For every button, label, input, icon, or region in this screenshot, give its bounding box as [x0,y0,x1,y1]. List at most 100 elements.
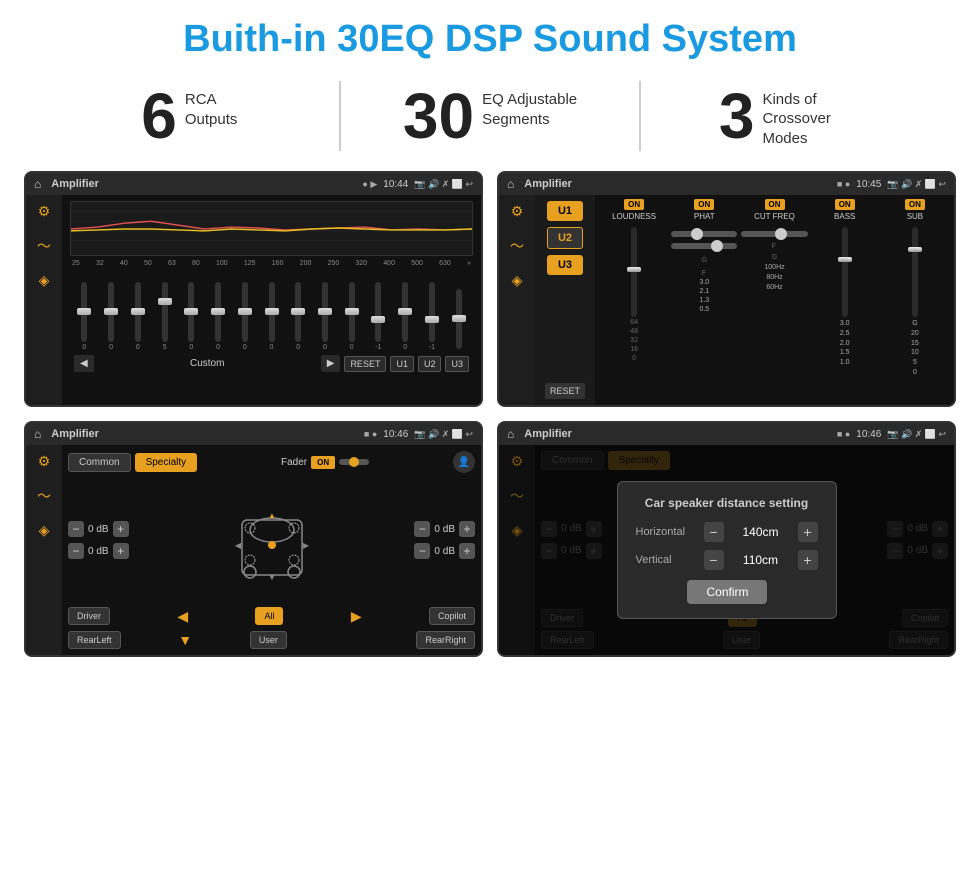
tab-specialty[interactable]: Specialty [135,453,198,472]
eq-slider-1[interactable]: 0 [72,282,97,351]
app-title-1: Amplifier [51,178,356,190]
horizontal-plus[interactable]: + [798,522,818,542]
vertical-ctrl: − 110cm + [704,550,818,570]
horizontal-value: 140cm [728,525,794,539]
phat-on-badge[interactable]: ON [694,199,714,210]
copilot-btn[interactable]: Copilot [429,607,475,625]
rearright-btn[interactable]: RearRight [416,631,475,649]
eq-slider-8[interactable]: 0 [259,282,284,351]
eq-slider-7[interactable]: 0 [232,282,257,351]
eq-slider-11[interactable]: 0 [339,282,364,351]
db-plus-left-bottom[interactable]: + [113,543,129,559]
settings-icon[interactable]: 👤 [453,451,475,473]
db-minus-right-bottom[interactable]: − [414,543,430,559]
status-icons-1: 📷 🔊 ✗ ⬜ ↩ [414,179,473,190]
eq-graph [70,201,473,256]
eq-slider-2[interactable]: 0 [99,282,124,351]
db-control-right-bottom: − 0 dB + [414,543,475,559]
eq-slider-13[interactable]: 0 [393,282,418,351]
eq-slider-12[interactable]: -1 [366,282,391,351]
user-btn[interactable]: User [250,631,287,649]
freq-100: 100 [216,260,228,267]
eq-slider-14[interactable]: -1 [420,282,445,351]
bass-on-badge[interactable]: ON [835,199,855,210]
driver-btn[interactable]: Driver [68,607,110,625]
all-btn[interactable]: All [255,607,283,625]
tab-common[interactable]: Common [68,453,131,472]
rearleft-btn[interactable]: RearLeft [68,631,121,649]
cutfreq-label: CUT FREQ [754,212,795,221]
freq-40: 40 [120,260,128,267]
db-minus-right-top[interactable]: − [414,521,430,537]
distance-dialog: Car speaker distance setting Horizontal … [617,481,837,619]
freq-25: 25 [72,260,80,267]
db-plus-left-top[interactable]: + [113,521,129,537]
arrow-down-btn[interactable]: ▼ [178,632,192,648]
stat-label-crossover: Kinds ofCrossover Modes [762,84,862,149]
eq-slider-9[interactable]: 0 [286,282,311,351]
eq-u2-btn[interactable]: U2 [418,356,442,372]
db-control-right-top: − 0 dB + [414,521,475,537]
status-bar-3: ⌂ Amplifier ■ ● 10:46 📷 🔊 ✗ ⬜ ↩ [26,423,481,445]
fader-sidebar-icon-2[interactable]: 〜 [37,486,51,506]
freq-more[interactable]: » [467,260,471,267]
vertical-plus[interactable]: + [798,550,818,570]
eq-sidebar-icon-2[interactable]: 〜 [37,236,51,256]
eq-u3-btn[interactable]: U3 [445,356,469,372]
loudness-on-badge[interactable]: ON [624,199,644,210]
eq-slider-5[interactable]: 0 [179,282,204,351]
home-icon-2[interactable]: ⌂ [507,177,514,191]
stat-number-30: 30 [403,84,474,148]
eq-slider-3[interactable]: 0 [125,282,150,351]
eq-u1-btn[interactable]: U1 [390,356,414,372]
fader-label: Fader [281,457,307,468]
eq-reset-btn[interactable]: RESET [344,356,386,372]
fader-sidebar-icon-3[interactable]: ◈ [39,522,50,539]
freq-32: 32 [96,260,104,267]
svg-text:▼: ▼ [268,573,276,582]
vertical-value: 110cm [728,553,794,567]
cutfreq-on-badge[interactable]: ON [765,199,785,210]
fader-sidebar-icon-1[interactable]: ⚙ [38,453,51,470]
amp2-u1-btn[interactable]: U1 [547,201,583,221]
eq-slider-10[interactable]: 0 [313,282,338,351]
fader-on-btn[interactable]: ON [311,456,335,469]
amp2-u3-btn[interactable]: U3 [547,255,583,275]
amp2-sidebar-icon-1[interactable]: ⚙ [511,203,524,220]
eq-next-btn[interactable]: ▶ [321,355,341,372]
stat-rca: 6 RCAOutputs [60,84,319,148]
db-minus-left-bottom[interactable]: − [68,543,84,559]
home-icon[interactable]: ⌂ [34,177,41,191]
vertical-minus[interactable]: − [704,550,724,570]
arrow-left-btn[interactable]: ◀ [177,608,188,625]
horizontal-minus[interactable]: − [704,522,724,542]
amp2-sidebar-icon-2[interactable]: 〜 [510,236,524,256]
eq-slider-4[interactable]: 5 [152,282,177,351]
freq-160: 160 [272,260,284,267]
bass-label: BASS [834,212,855,221]
horizontal-ctrl: − 140cm + [704,522,818,542]
db-control-left-top: − 0 dB + [68,521,129,537]
db-minus-left-top[interactable]: − [68,521,84,537]
confirm-button[interactable]: Confirm [687,580,767,604]
home-icon-4[interactable]: ⌂ [507,427,514,441]
eq-prev-btn[interactable]: ◀ [74,355,94,372]
sub-on-badge[interactable]: ON [905,199,925,210]
amp2-sidebar-icon-3[interactable]: ◈ [512,272,523,289]
db-plus-right-top[interactable]: + [459,521,475,537]
db-value-left-top: 0 dB [88,524,109,535]
home-icon-3[interactable]: ⌂ [34,427,41,441]
amp2-reset-btn[interactable]: RESET [545,383,585,399]
db-plus-right-bottom[interactable]: + [459,543,475,559]
freq-125: 125 [244,260,256,267]
eq-sidebar-icon-3[interactable]: ◈ [39,272,50,289]
horizontal-label: Horizontal [636,526,696,538]
svg-text:▶: ▶ [302,541,309,550]
time-2: 10:45 [856,179,881,190]
arrow-right-btn[interactable]: ▶ [351,608,362,625]
time-4: 10:46 [856,429,881,440]
eq-slider-15[interactable] [446,289,471,351]
amp2-u2-btn[interactable]: U2 [547,227,583,249]
eq-slider-6[interactable]: 0 [206,282,231,351]
eq-sidebar-icon-1[interactable]: ⚙ [38,203,51,220]
